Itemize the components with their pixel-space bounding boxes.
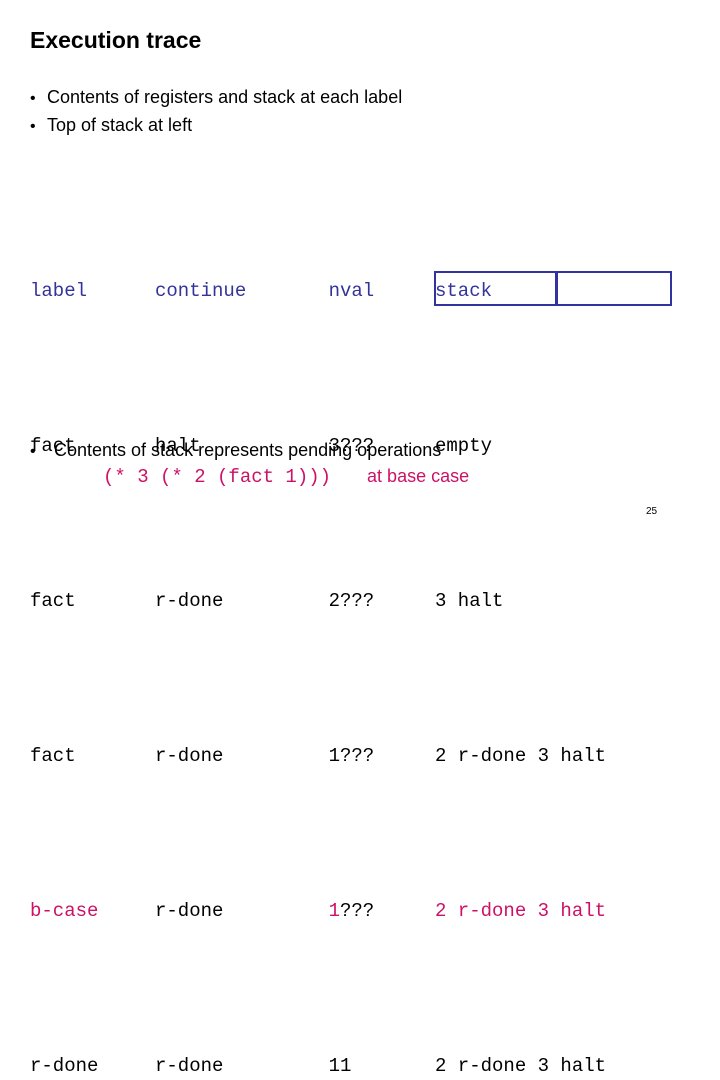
cell-label: fact [30,745,76,767]
list-item-label: Contents of registers and stack at each … [47,87,403,107]
bullet-dot-icon: • [30,443,36,460]
cell-val: ??? [340,745,375,767]
cell-n: 2 [328,590,340,612]
table-row: r-done r-done 1 1 2 r-done 3 halt [30,1051,606,1080]
highlight-box-frame-2 [556,271,672,306]
cell-stack: 2 r-done 3 halt [435,745,607,767]
column-header-n: n [328,280,340,302]
column-header-continue: continue [155,280,247,302]
cell-continue: r-done [155,1055,224,1077]
cell-val: ??? [340,590,375,612]
column-header-stack: stack [435,280,493,302]
list-item: • Contents of registers and stack at eac… [30,84,690,112]
bullet-dot-icon: • [30,118,36,135]
cell-val: 1 [340,1055,352,1077]
list-item-label: Contents of stack represents pending ope… [54,440,442,460]
cell-n: 1 [328,1055,340,1077]
cell-stack: 2 r-done 3 halt [435,1055,607,1077]
table-row-highlighted: b-case r-done 1 ??? 2 r-done 3 halt [30,896,606,927]
cell-continue: r-done [155,900,224,922]
list-item: • Contents of stack represents pending o… [30,437,710,465]
expression-note: at base case [367,466,470,486]
page-title: Execution trace [30,27,202,53]
table-row: fact r-done 1 ??? 2 r-done 3 halt [30,741,606,772]
cell-continue: r-done [155,590,224,612]
cell-stack: 2 r-done 3 halt [435,900,607,922]
cell-n: 1 [328,900,340,922]
pending-expression: (* 3 (* 2 (fact 1))) [103,466,332,488]
cell-label: r-done [30,1055,99,1077]
bullet-dot-icon: • [30,90,36,107]
cell-label: b-case [30,900,99,922]
column-header-label: label [30,280,88,302]
page-number: 25 [646,506,658,517]
cell-n: 1 [328,745,340,767]
top-bullet-list: • Contents of registers and stack at eac… [30,84,690,140]
cell-stack: 3 halt [435,590,504,612]
cell-label: fact [30,590,76,612]
cell-val: ??? [340,900,375,922]
slide-canvas: Execution trace • Contents of registers … [0,0,720,1077]
table-row: fact r-done 2 ??? 3 halt [30,586,503,617]
bottom-bullet-list: • Contents of stack represents pending o… [30,437,710,465]
expression-line: (* 3 (* 2 (fact 1))) at base case [103,466,469,488]
cell-continue: r-done [155,745,224,767]
list-item-label: Top of stack at left [47,115,193,135]
list-item: • Top of stack at left [30,112,690,140]
table-header-row: label continue n val stack [30,276,492,307]
execution-trace-table: label continue n val stack fact halt 3 ?… [30,152,606,1080]
column-header-val: val [340,280,375,302]
